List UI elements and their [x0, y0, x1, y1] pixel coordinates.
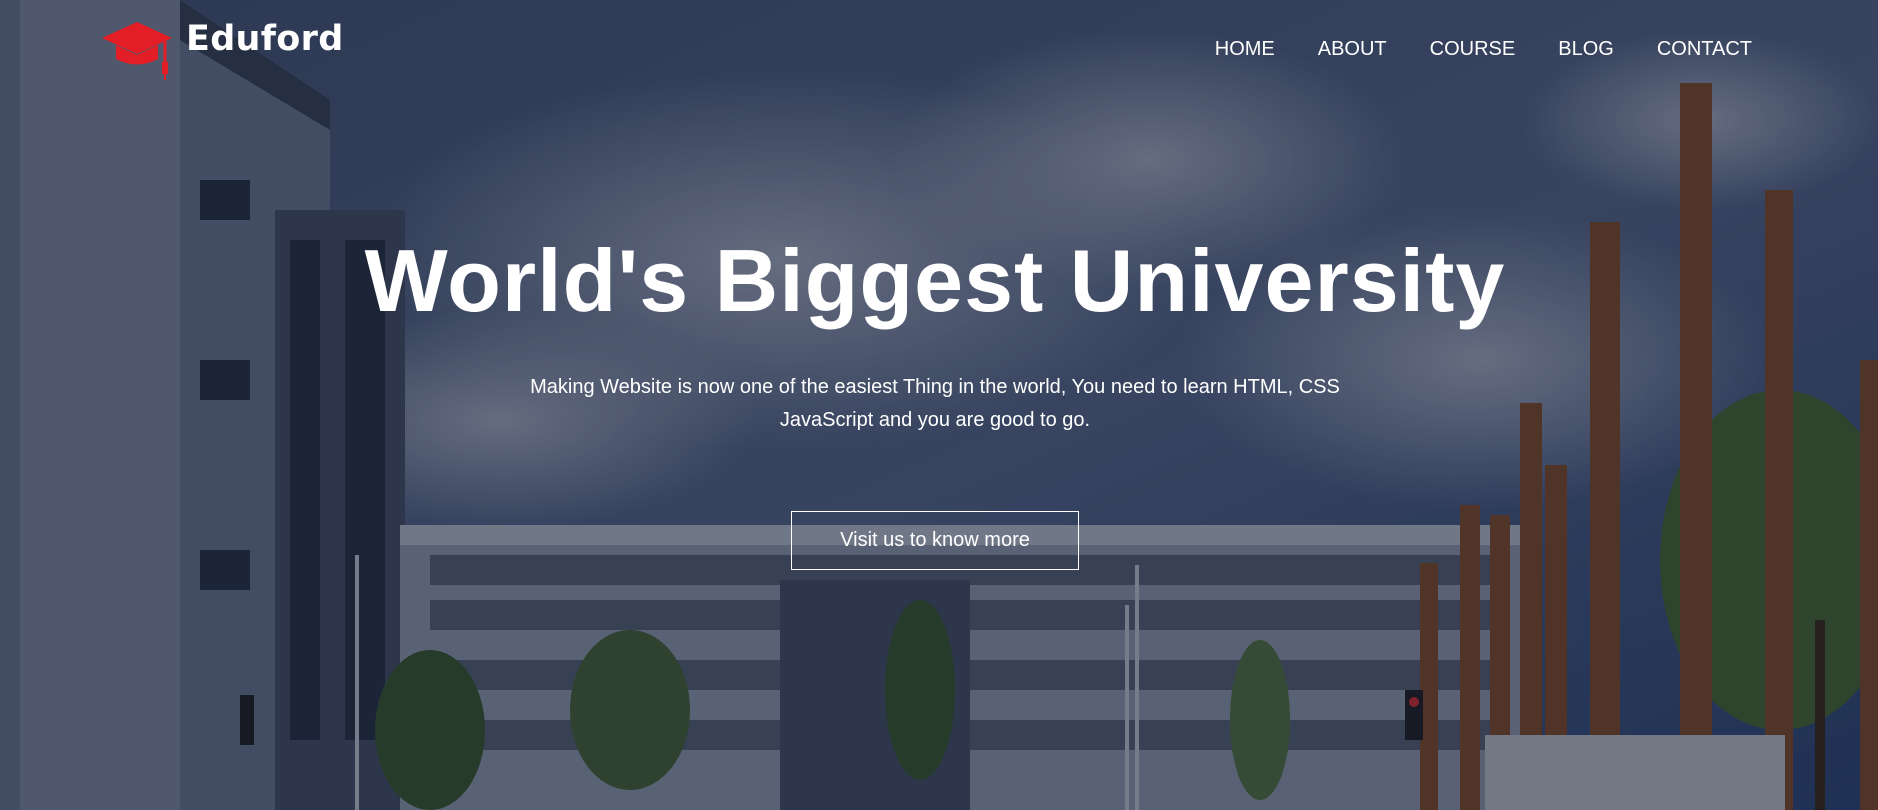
hero-title: World's Biggest University [364, 231, 1506, 330]
nav-links: HOME ABOUT COURSE BLOG CONTACT [1172, 38, 1752, 61]
hero-subtitle-line-2: JavaScript and you are good to go. [779, 409, 1091, 431]
visit-us-button[interactable]: Visit us to know more [791, 511, 1079, 570]
hero-subtitle-line-1: Making Website is now one of the easiest… [530, 376, 1340, 398]
nav-link-home[interactable]: HOME [1215, 38, 1275, 61]
top-navbar: Eduford HOME ABOUT COURSE BLOG CONTACT [0, 0, 1878, 100]
graduation-cap-icon [100, 18, 174, 82]
nav-link-course[interactable]: COURSE [1430, 38, 1516, 61]
hero-subtitle: Making Website is now one of the easiest… [0, 371, 1870, 437]
brand-name: Eduford [186, 19, 344, 59]
nav-link-blog[interactable]: BLOG [1558, 38, 1614, 61]
hero-section: Eduford HOME ABOUT COURSE BLOG CONTACT W… [0, 0, 1878, 810]
brand-logo[interactable]: Eduford [100, 18, 344, 82]
nav-link-about[interactable]: ABOUT [1318, 38, 1387, 61]
nav-link-contact[interactable]: CONTACT [1657, 38, 1752, 61]
